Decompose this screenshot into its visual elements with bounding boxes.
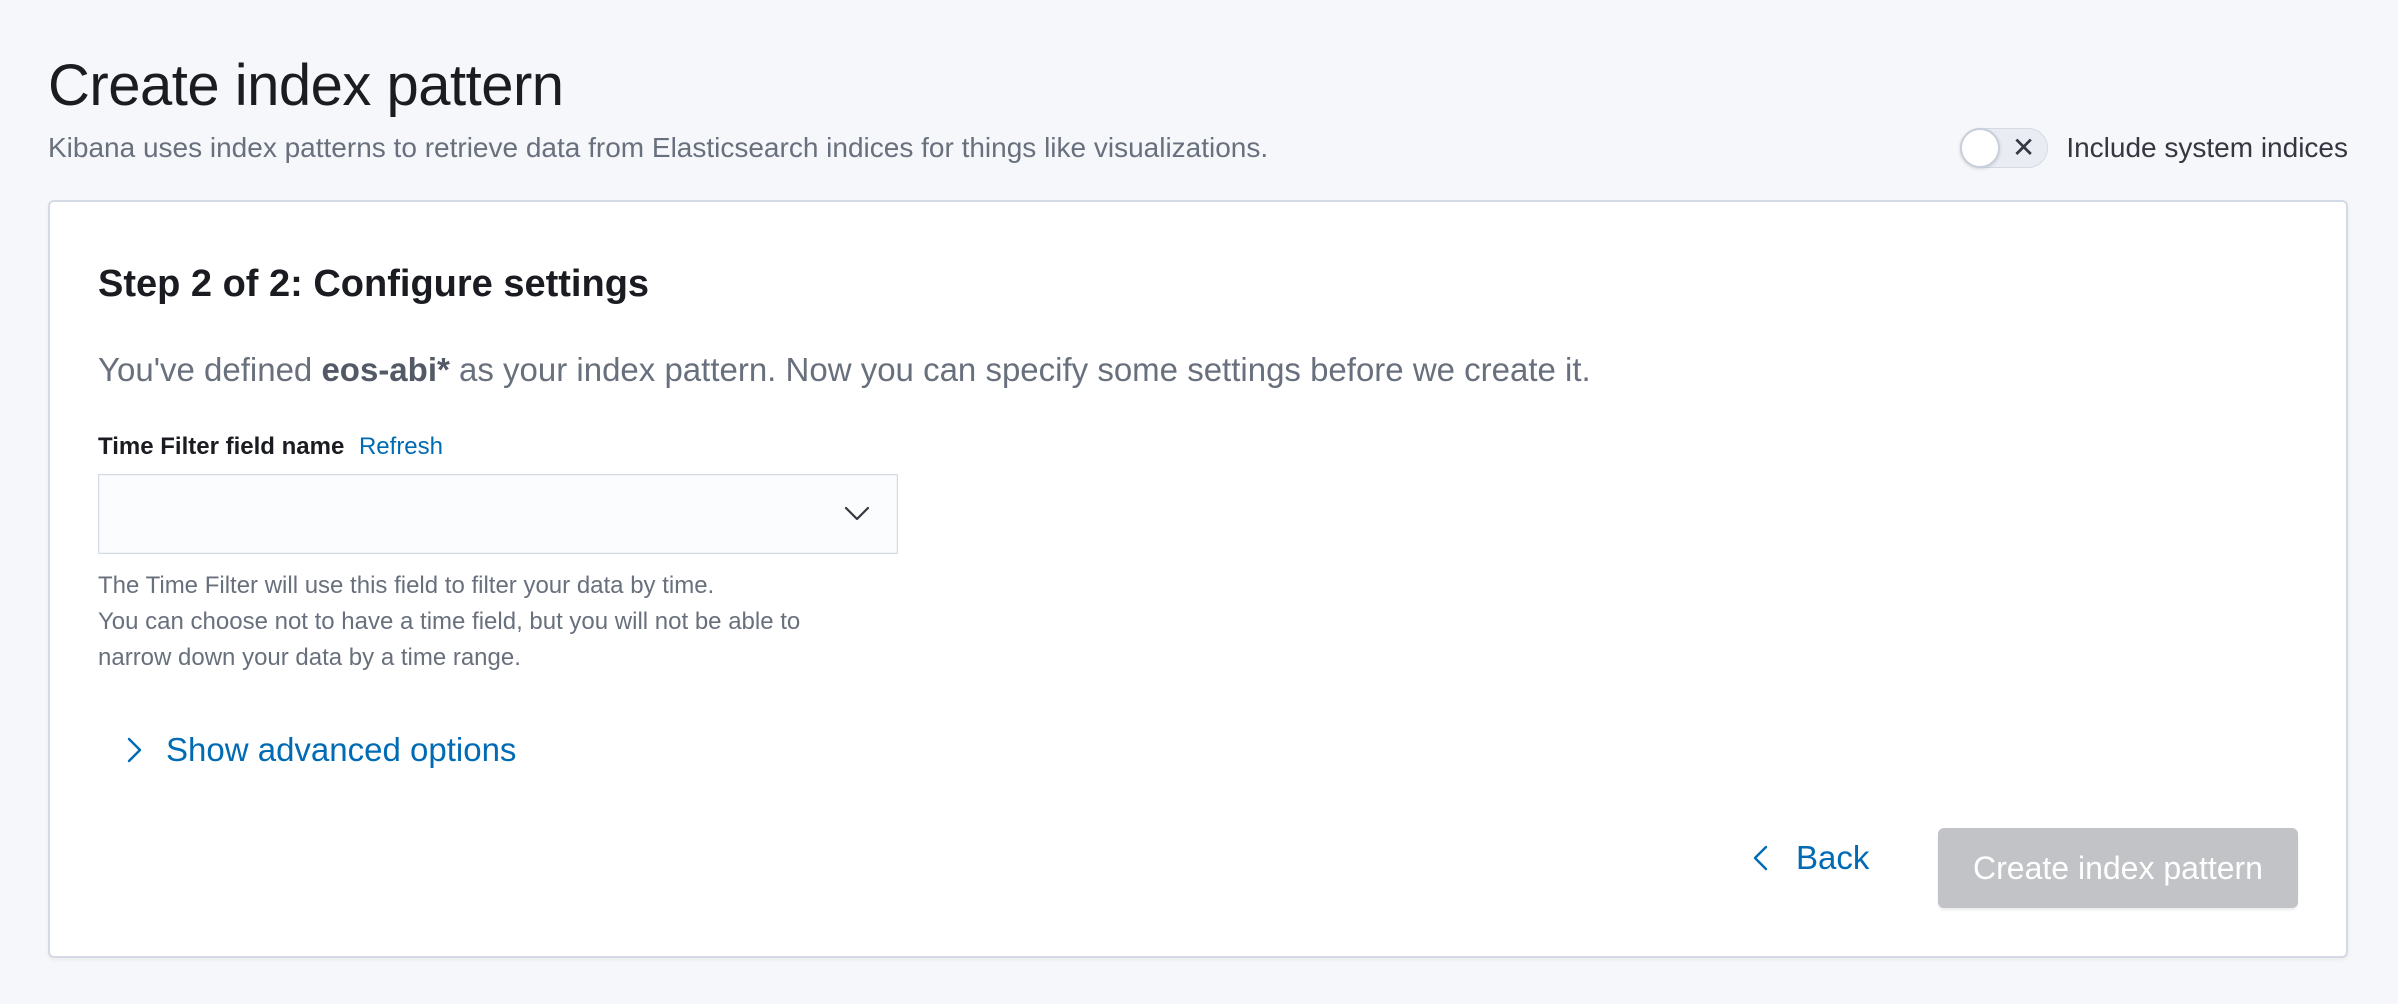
switch-knob [1960, 128, 2001, 168]
include-system-indices-label[interactable]: Include system indices [2066, 132, 2348, 164]
step-description: You've defined eos-abi* as your index pa… [98, 348, 1591, 392]
time-filter-label-row: Time Filter field name Refresh [98, 430, 443, 464]
page-subtitle: Kibana uses index patterns to retrieve d… [48, 132, 1269, 163]
show-advanced-options-label: Show advanced options [166, 731, 517, 768]
back-button[interactable]: Back [1750, 818, 1869, 898]
create-index-pattern-button[interactable]: Create index pattern [1938, 828, 2298, 908]
page-title: Create index pattern [48, 53, 564, 118]
step-description-prefix: You've defined [98, 351, 322, 388]
step-title: Step 2 of 2: Configure settings [98, 263, 650, 305]
help-line: You can choose not to have a time field,… [98, 608, 801, 635]
refresh-link[interactable]: Refresh [359, 433, 443, 460]
close-icon: ✕ [2011, 132, 2036, 163]
help-line: The Time Filter will use this field to f… [98, 572, 715, 599]
index-pattern-name: eos-abi* [321, 351, 450, 388]
include-system-indices-toggle[interactable]: ✕ Include system indices [1960, 124, 2348, 172]
show-advanced-options-button[interactable]: Show advanced options [122, 728, 516, 772]
time-filter-help-text: The Time Filter will use this field to f… [98, 568, 800, 676]
time-filter-field-label: Time Filter field name [98, 433, 345, 460]
step-description-suffix: as your index pattern. Now you can speci… [449, 351, 1591, 388]
chevron-left-icon [1753, 845, 1768, 871]
chevron-right-icon [127, 737, 142, 763]
chevron-down-icon [844, 506, 870, 521]
back-label: Back [1796, 839, 1870, 876]
configure-settings-panel: Step 2 of 2: Configure settings You've d… [48, 200, 2348, 958]
system-indices-switch[interactable]: ✕ [1960, 128, 2049, 168]
help-line: narrow down your data by a time range. [98, 644, 521, 671]
create-index-pattern-page: Create index pattern Kibana uses index p… [0, 0, 2398, 1004]
time-filter-field-select[interactable] [98, 474, 898, 554]
